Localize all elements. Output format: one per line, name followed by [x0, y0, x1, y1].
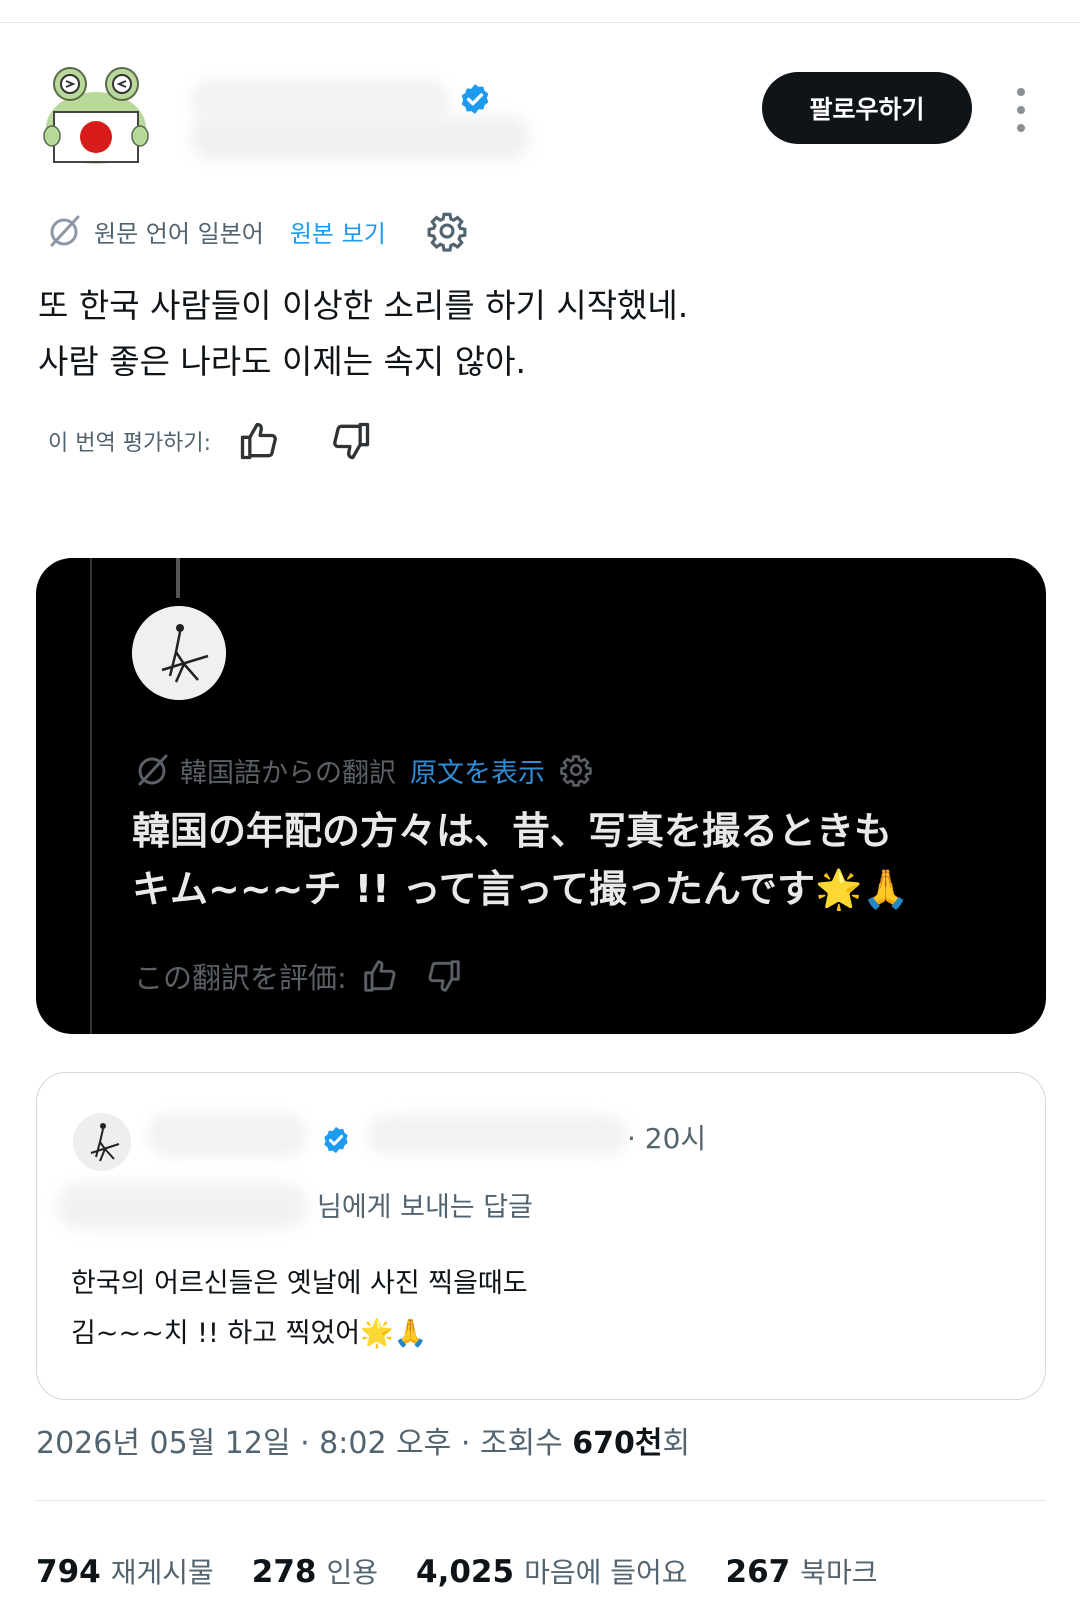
show-original-link[interactable]: 원본 보기: [290, 214, 386, 249]
thread-connector: [176, 558, 180, 598]
translation-source-label: 원문 언어 일본어: [94, 219, 264, 248]
view-count[interactable]: 670천: [572, 1426, 662, 1461]
embedded-rate-label: この翻訳を評価:: [134, 961, 347, 995]
stat-number: 794: [36, 1554, 101, 1590]
embedded-translation-notice: 韓国語からの翻訳 原文を表示: [134, 748, 593, 792]
redacted-display-name: [190, 80, 450, 120]
rate-translation: 이 번역 평가하기:: [48, 416, 421, 466]
stat-quotes[interactable]: 278 인용: [252, 1551, 378, 1591]
reply-to-label: 님에게 보내는 답글: [317, 1192, 533, 1223]
translate-icon: [138, 754, 168, 786]
figure-silhouette-icon: [132, 606, 226, 700]
thumbs-up-icon[interactable]: [237, 419, 281, 463]
thumbs-down-icon[interactable]: [329, 419, 373, 463]
gear-icon[interactable]: [426, 210, 468, 252]
stat-bookmarks[interactable]: 267 북마크: [726, 1551, 878, 1591]
stat-likes[interactable]: 4,025 마음에 들어요: [416, 1551, 688, 1591]
stat-number: 267: [725, 1554, 791, 1590]
tweet-date: 2026년 05월 12일 · 8:02 오후 · 조회수: [36, 1426, 573, 1461]
stat-label: 인용: [326, 1556, 379, 1589]
embedded-rate-translation: この翻訳を評価:: [134, 954, 489, 998]
profile-avatar[interactable]: [40, 66, 152, 166]
rate-translation-label: 이 번역 평가하기:: [48, 431, 212, 456]
reply-avatar[interactable]: [73, 1113, 131, 1171]
embedded-tweet-line: キム~~~チ !! って言って撮ったんです🌟🙏: [132, 867, 910, 911]
thumbs-down-icon: [428, 960, 460, 992]
stat-reposts[interactable]: 794 재게시물: [36, 1551, 214, 1591]
embedded-tweet-text: 韓国の年配の方々は、昔、写真を撮るときも キム~~~チ !! って言って撮ったん…: [132, 802, 1032, 918]
stat-number: 278: [251, 1554, 317, 1590]
frog-flag-avatar-icon: [43, 67, 149, 164]
more-options-icon[interactable]: [1010, 88, 1032, 132]
translate-icon: [50, 215, 80, 247]
tweet-line: 또 한국 사람들이 이상한 소리를 하기 시작했네.: [38, 286, 689, 325]
embedded-tweet-line: 韓国の年配の方々は、昔、写真を撮るときも: [132, 809, 893, 853]
embedded-screenshot[interactable]: 韓国語からの翻訳 原文を表示 韓国の年配の方々は、昔、写真を撮るときも キム~~…: [36, 558, 1046, 1034]
embedded-translation-label: 韓国語からの翻訳: [180, 757, 396, 789]
gear-icon: [560, 755, 592, 787]
embedded-avatar: [132, 606, 226, 700]
follow-button[interactable]: 팔로우하기: [762, 72, 972, 144]
reply-text: 한국의 어르신들은 옛날에 사진 찍을때도 김~~~치 !! 하고 찍었어🌟🙏: [71, 1259, 528, 1359]
reply-line: 김~~~치 !! 하고 찍었어🌟🙏: [71, 1318, 428, 1349]
reply-timestamp: · 20시: [627, 1122, 707, 1155]
embedded-show-original-link: 原文を表示: [410, 757, 545, 789]
stat-number: 4,025: [416, 1554, 515, 1590]
quoted-reply-card[interactable]: · 20시 님에게 보내는 답글 한국의 어르신들은 옛날에 사진 찍을때도 김…: [36, 1072, 1046, 1400]
top-divider: [0, 22, 1080, 23]
verified-badge-icon: [458, 82, 492, 116]
stats-divider: [36, 1500, 1046, 1501]
stat-label: 북마크: [800, 1556, 878, 1589]
redacted-reply-target: [57, 1183, 307, 1229]
redacted-display-name: [147, 1113, 307, 1157]
translation-notice: 원문 언어 일본어 원본 보기: [46, 206, 468, 256]
figure-silhouette-icon: [73, 1113, 131, 1171]
verified-badge-icon: [321, 1125, 351, 1155]
thread-line: [90, 558, 92, 1034]
thumbs-up-icon: [364, 960, 396, 992]
reply-line: 한국의 어르신들은 옛날에 사진 찍을때도: [71, 1268, 528, 1299]
tweet-text: 또 한국 사람들이 이상한 소리를 하기 시작했네. 사람 좋은 나라도 이제는…: [38, 278, 1038, 390]
engagement-stats: 794 재게시물 278 인용 4,025 마음에 들어요 267 북마크: [36, 1546, 916, 1596]
stat-label: 마음에 들어요: [524, 1556, 688, 1589]
stat-label: 재게시물: [110, 1556, 214, 1589]
view-count-suffix: 회: [662, 1426, 691, 1461]
tweet-meta: 2026년 05월 12일 · 8:02 오후 · 조회수 670천회: [36, 1418, 690, 1462]
tweet-line: 사람 좋은 나라도 이제는 속지 않아.: [38, 342, 526, 381]
redacted-handle: [367, 1115, 627, 1155]
redacted-handle: [190, 116, 530, 160]
